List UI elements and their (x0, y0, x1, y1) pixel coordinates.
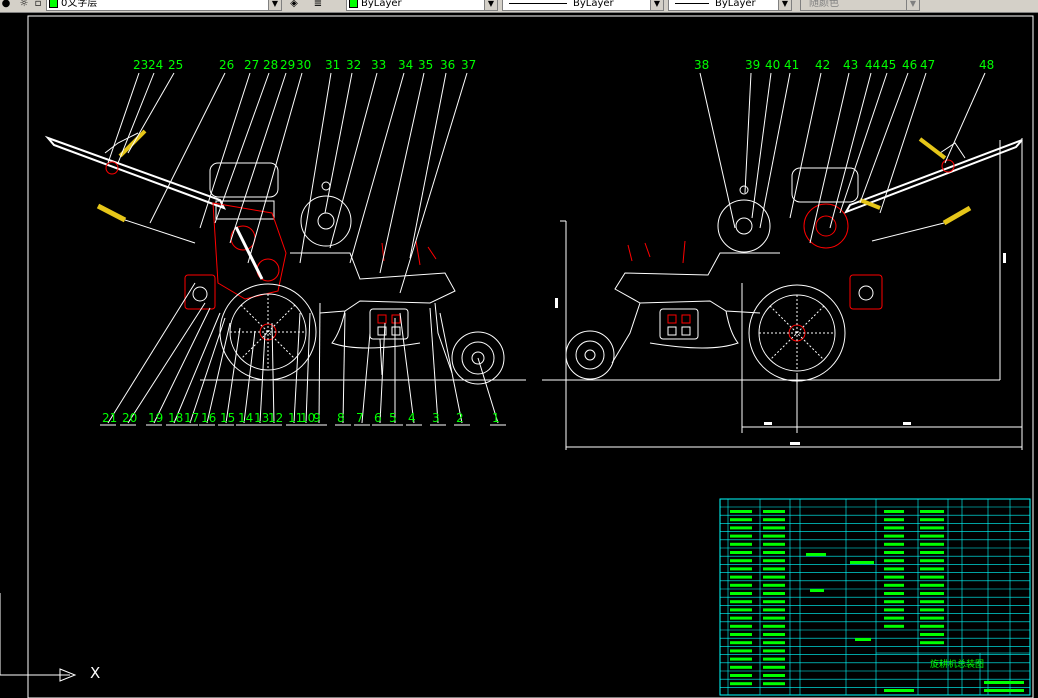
left-view-machine (44, 129, 505, 385)
drawing-frame (27, 15, 1034, 698)
callout-36: 36 (440, 58, 456, 72)
callout-8: 8 (337, 411, 345, 425)
callout-2: 2 (456, 411, 464, 425)
callout-14: 14 (238, 411, 254, 425)
linetype-sample (509, 2, 567, 4)
callout-1: 1 (492, 411, 500, 425)
chevron-down-icon: ▼ (778, 0, 791, 10)
callout-5: 5 (389, 411, 397, 425)
callout-35: 35 (418, 58, 434, 72)
linetype-dropdown[interactable]: ByLayer ▼ (502, 0, 664, 11)
left-lower-grip (96, 203, 127, 223)
title-block-title: 旋耕机总装图 (930, 660, 985, 670)
assembly-drawing (0, 15, 1034, 698)
callout-29: 29 (280, 58, 296, 72)
right-tiller-wheel (748, 284, 846, 382)
chevron-down-icon: ▼ (906, 0, 919, 10)
right-view-machine (565, 137, 1023, 382)
chevron-down-icon: ▼ (268, 0, 281, 10)
chevron-down-icon: ▼ (484, 0, 497, 10)
callout-26: 26 (219, 58, 235, 72)
callout-17: 17 (184, 411, 200, 425)
callout-23: 23 (133, 58, 149, 72)
callout-6: 6 (374, 411, 382, 425)
callout-45: 45 (881, 58, 897, 72)
callout-27: 27 (244, 58, 260, 72)
left-upper-grip (118, 129, 147, 158)
properties-toolbar: ● ☼ ▫ 0文字层 ▼ ◈ ≣ ByLayer ▼ ByLayer ▼ ByL… (0, 0, 1038, 13)
right-pulley (717, 199, 771, 253)
callout-28: 28 (263, 58, 279, 72)
make-current-layer-icon[interactable]: ◈ (288, 0, 300, 10)
right-lower-grip (942, 205, 972, 226)
lineweight-dropdown[interactable]: ByLayer ▼ (668, 0, 792, 11)
right-engine-tank (791, 167, 859, 203)
callout-44: 44 (865, 58, 881, 72)
drawing-canvas[interactable]: 23 24 25 26 27 28 29 30 31 32 33 34 35 36 37 21 20 19 18 1… (0, 13, 1038, 698)
ucs-x-label: X (90, 664, 101, 682)
callout-15: 15 (220, 411, 236, 425)
callout-34: 34 (398, 58, 414, 72)
callout-46: 46 (902, 58, 918, 72)
callout-42: 42 (815, 58, 831, 72)
callout-38: 38 (694, 58, 710, 72)
callout-20: 20 (122, 411, 138, 425)
callout-16: 16 (201, 411, 217, 425)
lineweight-sample (675, 2, 709, 4)
left-handlebar (44, 135, 227, 210)
callout-31: 31 (325, 58, 341, 72)
callout-9: 9 (313, 411, 321, 425)
callout-21: 21 (102, 411, 118, 425)
callout-37: 37 (461, 58, 477, 72)
plotstyle-label: 随颜色 (809, 0, 839, 9)
right-upper-grip (918, 137, 947, 160)
callout-30: 30 (296, 58, 312, 72)
layer-color-swatch (49, 0, 58, 8)
layer-previous-icon[interactable]: ≣ (312, 0, 324, 10)
layer-dropdown[interactable]: 0文字层 ▼ (46, 0, 282, 11)
callout-leader-lines (100, 72, 986, 426)
callout-41: 41 (784, 58, 800, 72)
callout-48: 48 (979, 58, 995, 72)
callout-47: 47 (920, 58, 936, 72)
ucs-icon (0, 593, 77, 682)
callout-43: 43 (843, 58, 859, 72)
callout-32: 32 (346, 58, 362, 72)
layer-on-icon[interactable]: ● (0, 0, 12, 10)
callout-12: 12 (268, 411, 284, 425)
callout-39: 39 (745, 58, 761, 72)
dimension-lines (560, 138, 1023, 450)
color-dropdown[interactable]: ByLayer ▼ (346, 0, 498, 11)
callout-25: 25 (168, 58, 184, 72)
left-pulley (300, 195, 352, 247)
lineweight-label: ByLayer (715, 0, 756, 9)
callout-33: 33 (371, 58, 387, 72)
plotstyle-dropdown: 随颜色 ▼ (800, 0, 920, 11)
callout-3: 3 (432, 411, 440, 425)
callout-13: 13 (254, 411, 270, 425)
linetype-label: ByLayer (573, 0, 614, 9)
callout-19: 19 (148, 411, 164, 425)
callout-18: 18 (168, 411, 184, 425)
right-front-wheel (565, 330, 615, 380)
right-gearbox (659, 308, 699, 340)
callout-4: 4 (408, 411, 416, 425)
layer-lock-icon[interactable]: ▫ (32, 0, 44, 10)
left-frame (290, 252, 456, 314)
callout-40: 40 (765, 58, 781, 72)
color-swatch (349, 0, 358, 8)
chevron-down-icon: ▼ (650, 0, 663, 10)
layer-freeze-icon[interactable]: ☼ (18, 0, 30, 10)
callout-7: 7 (356, 411, 364, 425)
callout-24: 24 (148, 58, 164, 72)
layer-name: 0文字层 (61, 0, 98, 9)
color-label: ByLayer (361, 0, 402, 9)
